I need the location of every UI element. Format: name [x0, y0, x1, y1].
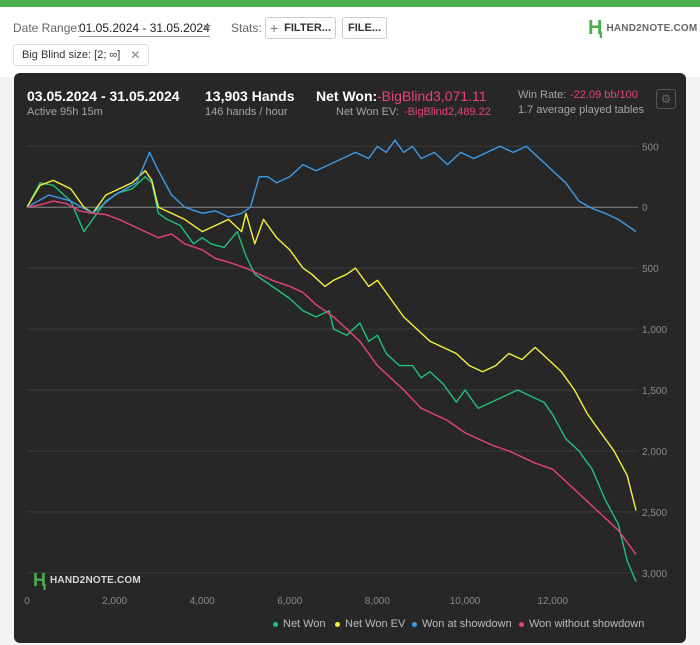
legend-label: Won without showdown — [529, 618, 645, 630]
x-tick-label: 6,000 — [277, 596, 302, 607]
legend-label: Net Won — [283, 618, 326, 630]
series-line-won-at-showdown — [26, 139, 637, 233]
y-tick-label: 500 — [642, 264, 659, 275]
legend-won-without-showdown[interactable]: Won without showdown — [519, 618, 644, 630]
y-tick-label: 2,500 — [642, 508, 667, 519]
x-tick-label: 2,000 — [102, 596, 127, 607]
y-tick-label: 3,000 — [642, 569, 667, 580]
y-tick-label: 0 — [642, 203, 648, 214]
y-tick-label: 500 — [642, 142, 659, 153]
x-tick-label: 8,000 — [365, 596, 390, 607]
legend-marker — [335, 621, 340, 627]
legend-net-won-ev[interactable]: Net Won EV — [335, 618, 405, 630]
x-tick-label: 4,000 — [190, 596, 215, 607]
y-tick-label: 2,000 — [642, 447, 667, 458]
x-tick-label: 12,000 — [537, 596, 568, 607]
y-tick-label: 1,000 — [642, 325, 667, 336]
x-tick-label: 0 — [24, 596, 30, 607]
series-line-net-won-ev — [26, 170, 637, 511]
x-tick-label: 10,000 — [450, 596, 481, 607]
legend-marker — [273, 621, 278, 627]
legend-marker — [519, 621, 524, 627]
chart-watermark: Ⱨ HAND2NOTE.COM — [33, 570, 141, 591]
legend-won-at-showdown[interactable]: Won at showdown — [412, 618, 512, 630]
legend-net-won[interactable]: Net Won — [273, 618, 326, 630]
legend-marker — [412, 621, 417, 627]
series-line-net-won — [26, 176, 637, 582]
watermark-text: HAND2NOTE.COM — [50, 575, 141, 586]
y-tick-label: 1,500 — [642, 386, 667, 397]
hand2note-logo-icon: Ⱨ — [33, 570, 46, 590]
legend-label: Won at showdown — [422, 618, 512, 630]
legend-label: Net Won EV — [345, 618, 406, 630]
net-won-chart: 500 0 500 1,000 1,500 2,000 2,500 3,000 0 2,000 4… — [24, 139, 667, 607]
series-line-won-without-showdown — [26, 200, 637, 555]
